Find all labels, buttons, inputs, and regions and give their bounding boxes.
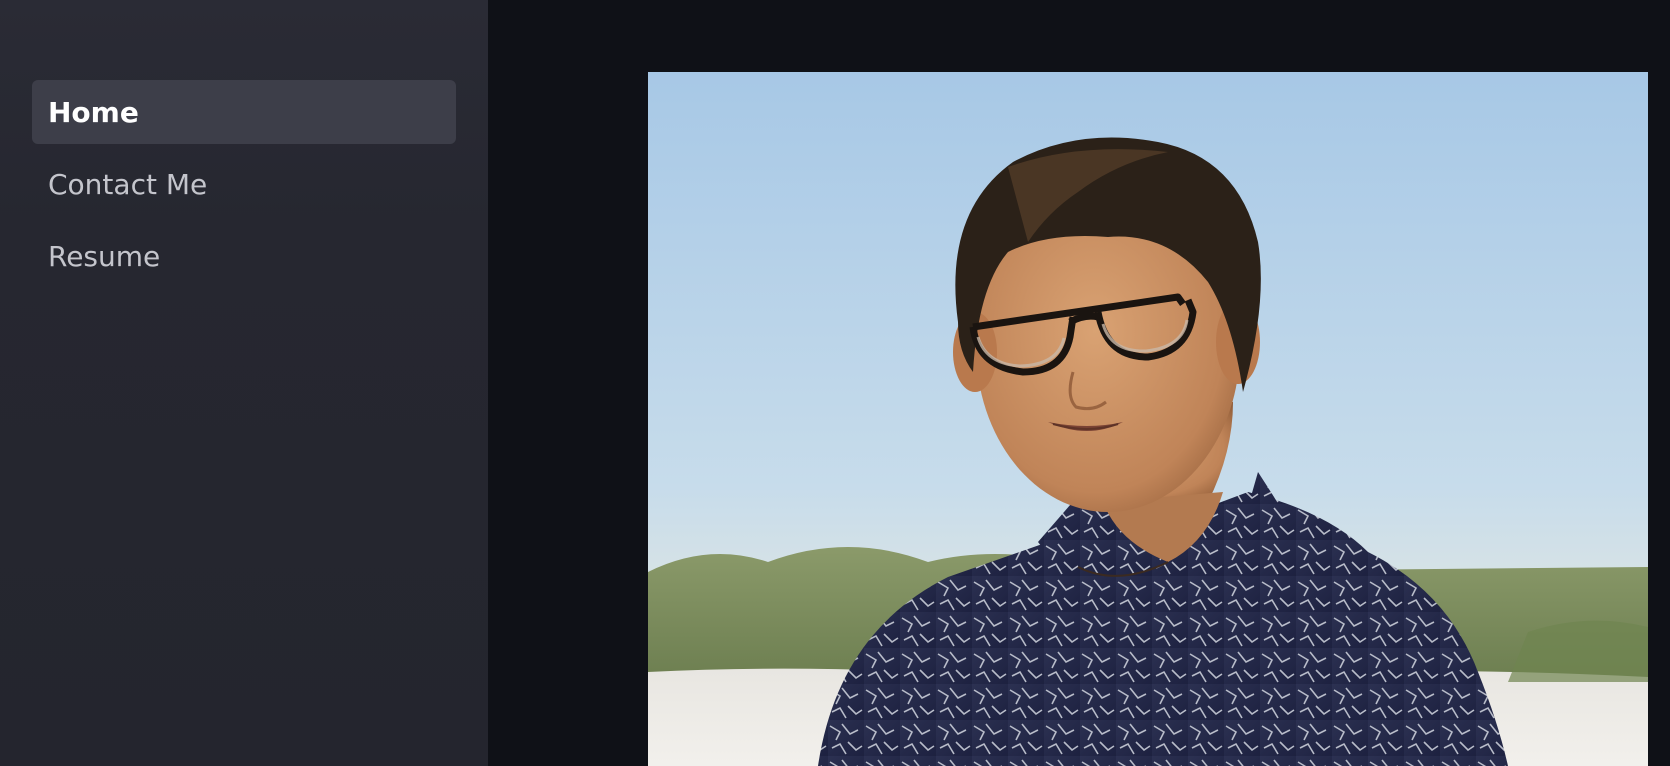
sidebar-item-label: Home bbox=[48, 95, 139, 129]
portrait-photo bbox=[648, 72, 1648, 766]
app-window: Home Contact Me Resume bbox=[0, 0, 1670, 766]
sidebar-item-contact-me[interactable]: Contact Me bbox=[32, 152, 456, 216]
sidebar: Home Contact Me Resume bbox=[0, 0, 488, 766]
sidebar-item-label: Contact Me bbox=[48, 167, 208, 201]
sidebar-nav: Home Contact Me Resume bbox=[32, 80, 456, 296]
sidebar-item-home[interactable]: Home bbox=[32, 80, 456, 144]
main-content bbox=[488, 0, 1670, 766]
sidebar-item-label: Resume bbox=[48, 239, 161, 273]
sidebar-item-resume[interactable]: Resume bbox=[32, 224, 456, 288]
